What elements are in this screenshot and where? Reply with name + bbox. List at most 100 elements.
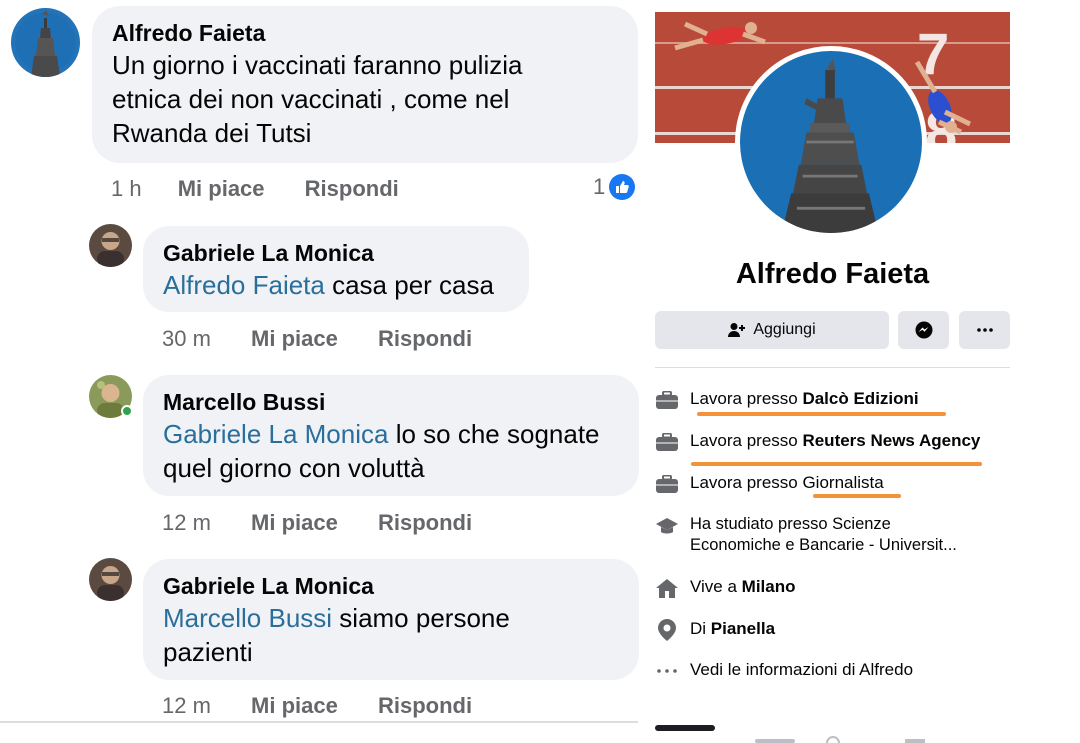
- comment-text: Alfredo Faieta casa per casa: [163, 268, 509, 302]
- more-dots-icon: [976, 328, 993, 332]
- section-divider: [655, 367, 1010, 368]
- comment-time[interactable]: 1 h: [111, 176, 142, 202]
- avatar-gabriele-la-monica[interactable]: [89, 558, 132, 601]
- partial-section-fragment: [655, 725, 925, 743]
- comment-line: Gabriele La Monica lo so che sognate: [163, 417, 619, 451]
- more-dots-icon: [655, 659, 679, 683]
- comment-line: Un giorno i vaccinati faranno pulizia: [112, 50, 523, 80]
- add-friend-button[interactable]: Aggiungi: [655, 311, 889, 349]
- location-pin-icon: [655, 618, 679, 642]
- comment-line: quel giorno con voluttà: [163, 453, 425, 483]
- reply-button[interactable]: Rispondi: [378, 510, 472, 536]
- comment-text: Marcello Bussi siamo persone pazienti: [163, 601, 619, 669]
- reaction-number: 1: [593, 174, 606, 199]
- comment-time[interactable]: 30 m: [162, 326, 211, 352]
- comment-line: Marcello Bussi siamo persone: [163, 601, 619, 635]
- comment-time[interactable]: 12 m: [162, 693, 211, 719]
- like-button[interactable]: Mi piace: [178, 176, 265, 202]
- info-work-row[interactable]: Lavora presso Giornalista: [655, 472, 1015, 496]
- info-bold[interactable]: Dalcò Edizioni: [802, 389, 918, 408]
- info-text: Lavora presso Reuters News Agency: [690, 430, 980, 451]
- see-about-info-row[interactable]: Vedi le informazioni di Alfredo: [655, 659, 1015, 683]
- comment-thread: Alfredo Faieta Un giorno i vaccinati far…: [0, 0, 645, 743]
- profile-panel: 7 8 Alfredo Faieta: [655, 0, 1080, 743]
- mention-link[interactable]: Marcello Bussi: [163, 603, 332, 633]
- comment-author[interactable]: Alfredo Faieta: [112, 18, 618, 48]
- divider-line: [0, 721, 638, 723]
- info-bold[interactable]: Milano: [742, 577, 796, 596]
- comment-author[interactable]: Gabriele La Monica: [163, 238, 509, 268]
- comment-actions: 12 m Mi piace Rispondi: [162, 510, 502, 536]
- info-prefix: Lavora presso: [690, 473, 803, 492]
- info-text: Ha studiato presso Scienze Economiche e …: [690, 514, 957, 556]
- reply-button[interactable]: Rispondi: [378, 326, 472, 352]
- comment-bubble: Gabriele La Monica Marcello Bussi siamo …: [143, 559, 639, 680]
- comment-text: Gabriele La Monica lo so che sognate que…: [163, 417, 619, 485]
- comment-line-text: lo so che sognate: [388, 419, 600, 449]
- comment-author[interactable]: Marcello Bussi: [163, 387, 619, 417]
- info-text: Vive a Milano: [690, 576, 796, 597]
- info-text: Vedi le informazioni di Alfredo: [690, 660, 914, 679]
- messenger-button[interactable]: [898, 311, 949, 349]
- avatar-alfredo-faieta[interactable]: [11, 8, 80, 77]
- highlight-underline: [697, 412, 946, 416]
- person-photo-icon: [89, 558, 132, 601]
- like-button[interactable]: Mi piace: [251, 510, 338, 536]
- more-options-button[interactable]: [959, 311, 1010, 349]
- info-origin-row[interactable]: Di Pianella: [655, 618, 1015, 642]
- mention-link[interactable]: Gabriele La Monica: [163, 419, 388, 449]
- like-button[interactable]: Mi piace: [251, 326, 338, 352]
- profile-picture[interactable]: [735, 46, 927, 238]
- add-friend-icon: [728, 322, 746, 338]
- lane-number: 7: [917, 22, 949, 87]
- cut-off-content: [655, 715, 1025, 743]
- online-status-dot: [121, 405, 133, 417]
- comment-line: Rwanda dei Tutsi: [112, 118, 312, 148]
- info-line: Economiche e Bancarie - Universit...: [690, 536, 957, 554]
- info-work-row[interactable]: Lavora presso Reuters News Agency: [655, 430, 1015, 454]
- panel-gap: [640, 0, 654, 743]
- info-bold[interactable]: Pianella: [711, 619, 775, 638]
- profile-name: Alfredo Faieta: [735, 258, 930, 290]
- briefcase-icon: [655, 388, 679, 412]
- person-photo-icon: [89, 224, 132, 267]
- reply-button[interactable]: Rispondi: [305, 176, 399, 202]
- info-prefix: Lavora presso: [690, 431, 803, 450]
- info-work-row[interactable]: Lavora presso Dalcò Edizioni: [655, 388, 1015, 412]
- comment-line: etnica dei non vaccinati , come nel: [112, 84, 510, 114]
- info-job-title[interactable]: Giornalista: [802, 473, 883, 492]
- comment-line: casa per casa: [324, 270, 494, 300]
- statue-avatar-icon: [11, 8, 80, 77]
- info-text: Lavora presso Dalcò Edizioni: [690, 388, 919, 409]
- comment-bubble: Alfredo Faieta Un giorno i vaccinati far…: [92, 6, 638, 163]
- info-residence-row[interactable]: Vive a Milano: [655, 576, 1015, 600]
- comment-line-text: siamo persone: [332, 603, 510, 633]
- info-education-row[interactable]: Ha studiato presso Scienze Economiche e …: [655, 514, 1015, 556]
- add-friend-label: Aggiungi: [753, 321, 816, 338]
- highlight-underline: [691, 462, 982, 466]
- statue-profile-image: [740, 51, 922, 233]
- comment-time[interactable]: 12 m: [162, 510, 211, 536]
- comment-line: pazienti: [163, 637, 253, 667]
- like-button[interactable]: Mi piace: [251, 693, 338, 719]
- graduation-cap-icon: [655, 514, 679, 538]
- avatar-gabriele-la-monica[interactable]: [89, 224, 132, 267]
- info-prefix: Vive a: [690, 577, 742, 596]
- info-line: Ha studiato presso Scienze: [690, 515, 891, 533]
- comment-text: Un giorno i vaccinati faranno pulizia et…: [112, 48, 618, 150]
- briefcase-icon: [655, 430, 679, 454]
- info-bold[interactable]: Reuters News Agency: [802, 431, 980, 450]
- comment-actions: 30 m Mi piace Rispondi: [162, 326, 502, 352]
- home-icon: [655, 576, 679, 600]
- comment-author[interactable]: Gabriele La Monica: [163, 571, 619, 601]
- messenger-icon: [915, 321, 933, 339]
- info-text: Lavora presso Giornalista: [690, 472, 884, 493]
- info-text: Di Pianella: [690, 618, 775, 639]
- mention-link[interactable]: Alfredo Faieta: [163, 270, 325, 300]
- info-prefix: Di: [690, 619, 711, 638]
- info-prefix: Lavora presso: [690, 389, 803, 408]
- like-reaction-icon: [609, 174, 636, 200]
- reaction-count[interactable]: 1: [593, 174, 636, 200]
- comment-actions: 1 h Mi piace Rispondi: [111, 176, 429, 202]
- reply-button[interactable]: Rispondi: [378, 693, 472, 719]
